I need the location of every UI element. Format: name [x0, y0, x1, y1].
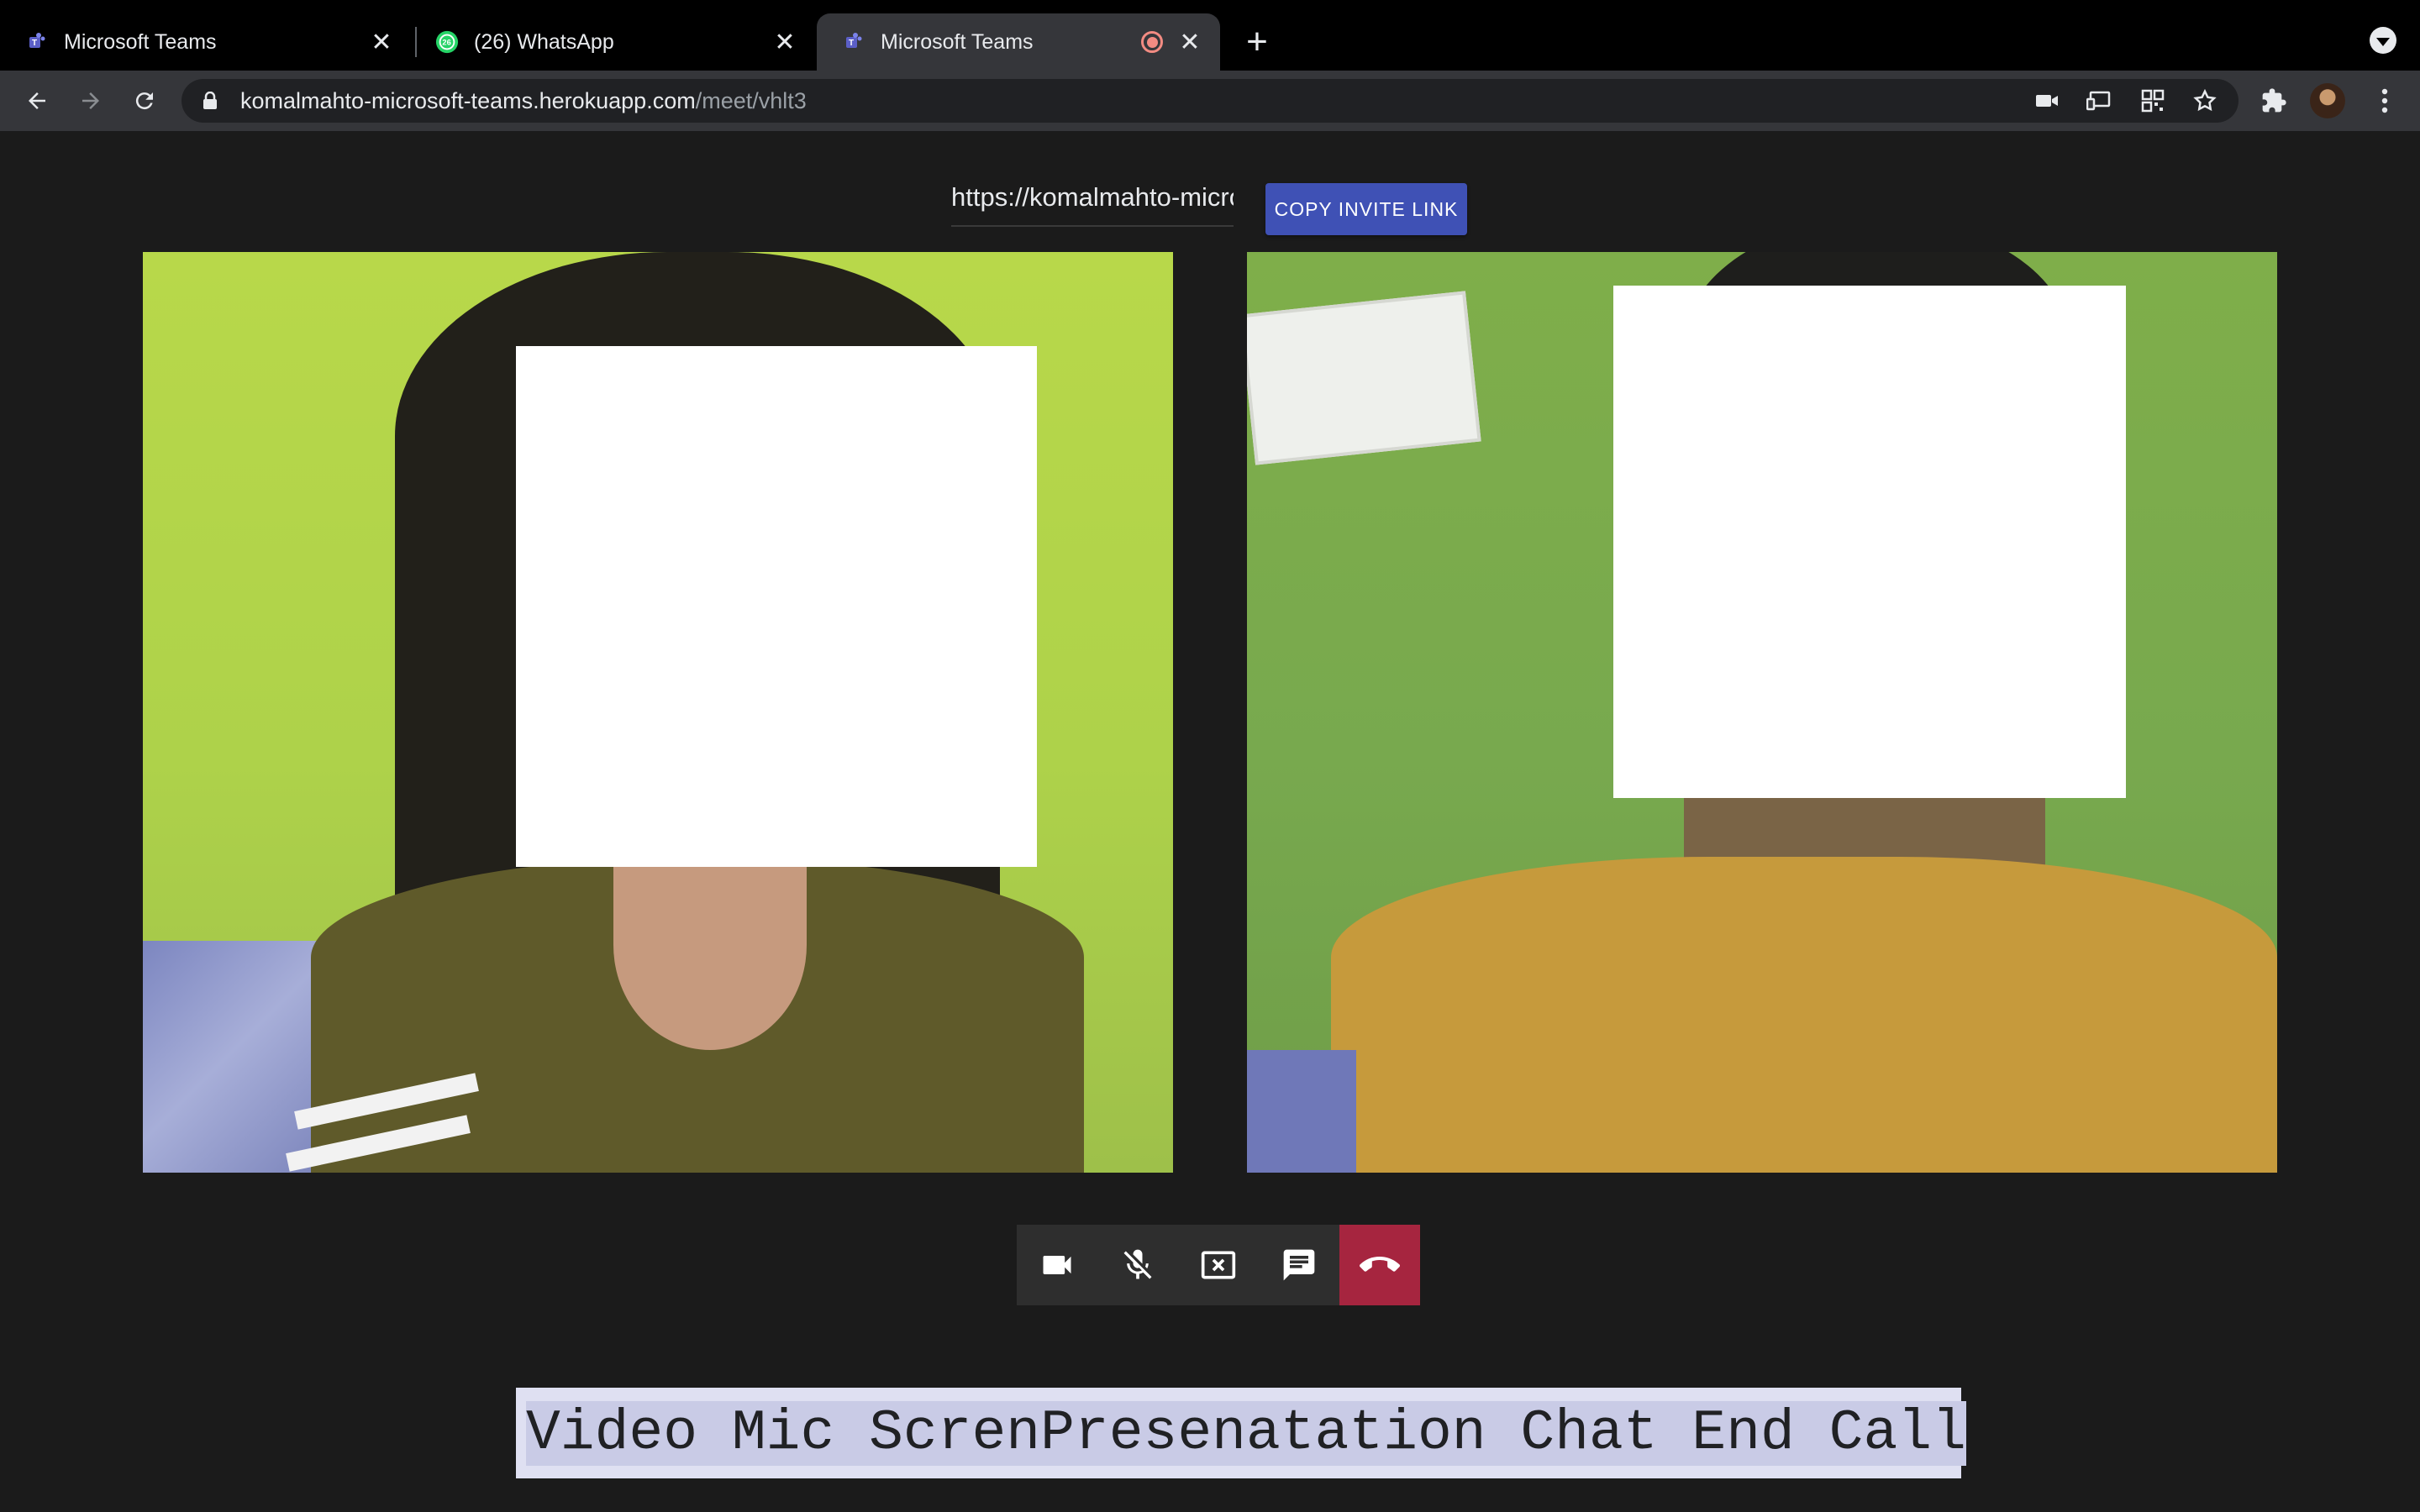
tab-teams-1[interactable]: T Microsoft Teams ✕ [0, 13, 412, 71]
url-path: /meet/vhlt3 [695, 87, 807, 113]
chat-button[interactable] [1259, 1225, 1339, 1305]
new-tab-button[interactable]: + [1237, 21, 1277, 62]
avatar [2310, 83, 2345, 118]
tab-teams-active[interactable]: T Microsoft Teams ✕ [817, 13, 1220, 71]
person-neck [613, 840, 807, 1050]
copy-invite-link-button[interactable]: COPY INVITE LINK [1265, 183, 1467, 235]
camera-in-use-icon[interactable] [2033, 89, 2060, 113]
call-end-icon [1360, 1256, 1400, 1272]
back-button[interactable] [17, 81, 57, 121]
close-tab-icon[interactable]: ✕ [1175, 27, 1205, 57]
mic-off-icon [1123, 1249, 1152, 1279]
tab-title: (26) WhatsApp [474, 29, 614, 54]
svg-text:T: T [849, 39, 854, 48]
lock-icon [200, 91, 220, 111]
svg-text:T: T [32, 39, 37, 48]
wall-switchboard [1247, 291, 1481, 465]
browser-menu-button[interactable] [2365, 81, 2405, 121]
screen-presentation-button[interactable] [1178, 1225, 1259, 1305]
cancel-presentation-icon [1201, 1251, 1236, 1279]
video-toggle-button[interactable] [1017, 1225, 1097, 1305]
profile-button[interactable] [2307, 81, 2348, 121]
end-call-button[interactable] [1339, 1225, 1420, 1305]
background-sofa [1247, 1050, 1356, 1173]
close-tab-icon[interactable]: ✕ [770, 27, 800, 57]
person-shirt [1331, 857, 2277, 1173]
chat-icon [1283, 1249, 1315, 1281]
teams-icon: T [842, 30, 865, 54]
remote-video [1247, 252, 2277, 1173]
teams-icon: T [25, 30, 49, 54]
mic-toggle-button[interactable] [1097, 1225, 1178, 1305]
invite-link-field-wrapper [951, 168, 1234, 227]
url-host: komalmahto-microsoft-teams.herokuapp.com [240, 87, 696, 113]
tab-search-icon[interactable] [2370, 27, 2396, 54]
recording-icon [1141, 31, 1163, 53]
whatsapp-icon: 26 [435, 30, 459, 54]
arrow-left-icon [29, 92, 45, 109]
tab-title: Microsoft Teams [64, 29, 217, 54]
forward-button[interactable] [71, 81, 111, 121]
caption-text: Video Mic ScrenPresenatation Chat End Ca… [526, 1400, 1966, 1466]
extensions-button[interactable] [2254, 81, 2294, 121]
cast-icon[interactable] [2086, 89, 2112, 113]
qr-code-icon[interactable] [2139, 89, 2166, 113]
controls-caption: Video Mic ScrenPresenatation Chat End Ca… [516, 1388, 1966, 1478]
address-bar[interactable]: komalmahto-microsoft-teams.herokuapp.com… [182, 79, 2238, 123]
puzzle-icon [2262, 88, 2286, 113]
browser-toolbar: komalmahto-microsoft-teams.herokuapp.com… [0, 71, 2420, 131]
tab-strip: T Microsoft Teams ✕ 26 (26) WhatsApp ✕ T… [0, 0, 2420, 71]
face-redaction [516, 346, 1037, 867]
close-tab-icon[interactable]: ✕ [366, 27, 397, 57]
tab-title: Microsoft Teams [881, 29, 1034, 54]
face-redaction [1613, 286, 2126, 798]
kebab-menu-icon [2381, 88, 2388, 113]
reload-icon [135, 92, 153, 110]
call-controls [1017, 1225, 1420, 1305]
local-video [143, 252, 1173, 1173]
reload-button[interactable] [124, 81, 165, 121]
arrow-right-icon [82, 92, 99, 109]
invite-link-input[interactable] [951, 168, 1234, 225]
tab-separator [415, 27, 417, 57]
url-text: komalmahto-microsoft-teams.herokuapp.com… [240, 88, 807, 114]
svg-text:26: 26 [442, 39, 450, 47]
videocam-icon [1043, 1256, 1071, 1274]
bookmark-star-icon[interactable] [2191, 88, 2218, 113]
tab-whatsapp[interactable]: 26 (26) WhatsApp ✕ [418, 13, 815, 71]
